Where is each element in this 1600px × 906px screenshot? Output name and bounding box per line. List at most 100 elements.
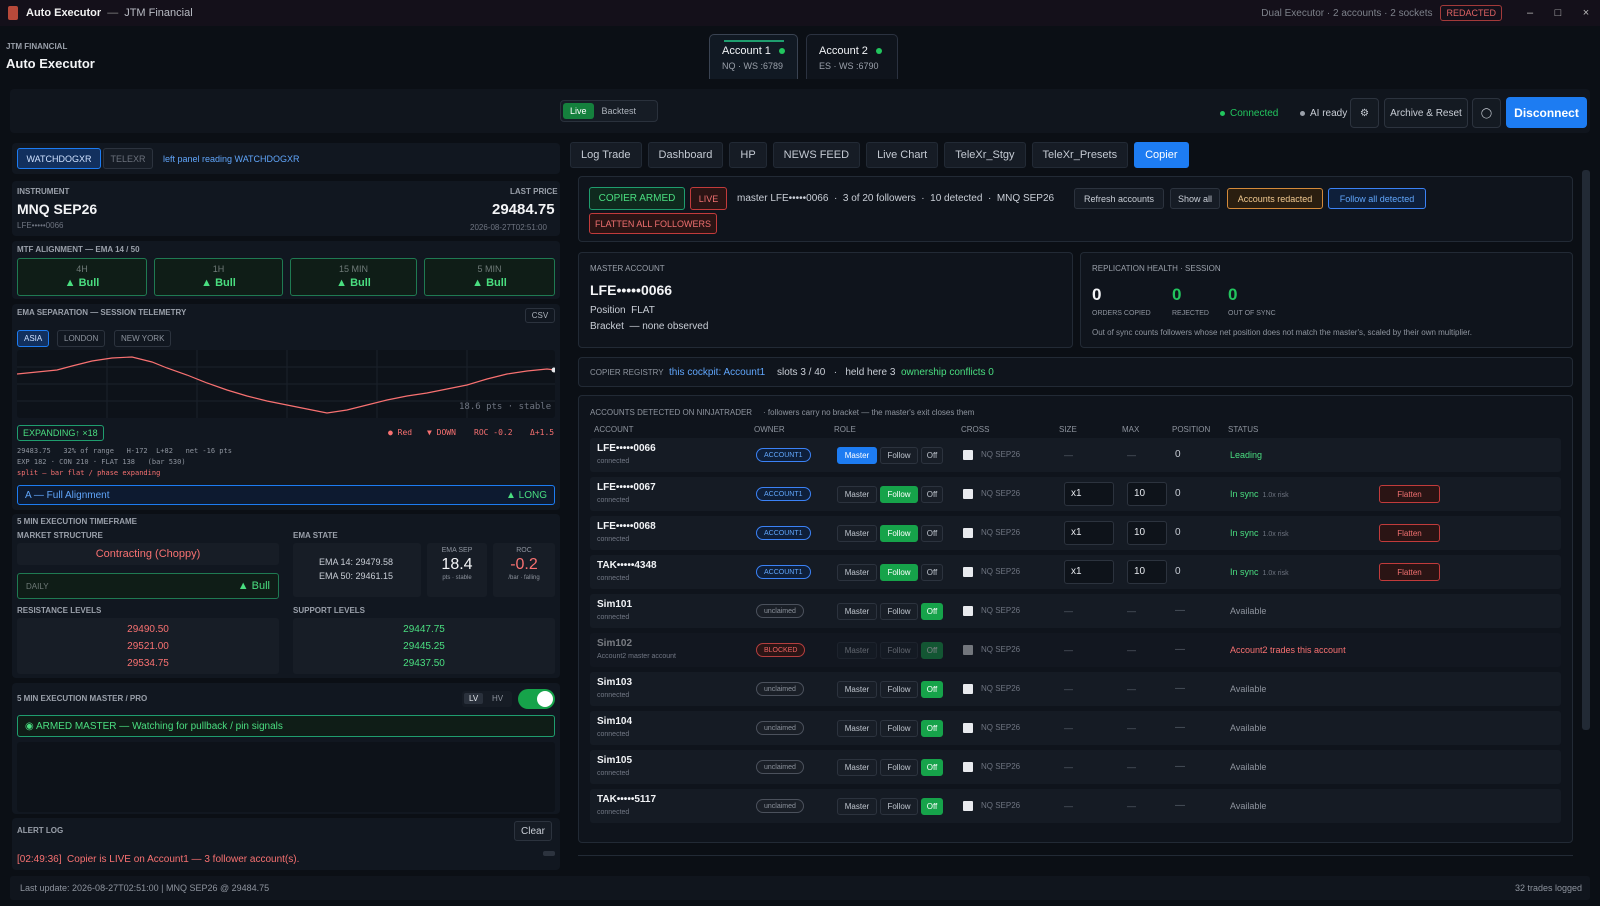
cross-checkbox[interactable] (963, 567, 973, 577)
flatten-all-followers-button[interactable]: FLATTEN ALL FOLLOWERS (589, 213, 717, 234)
backtest-mode-button[interactable]: Backtest (594, 103, 645, 119)
role-master-button[interactable]: Master (837, 642, 877, 659)
cross-checkbox[interactable] (963, 450, 973, 460)
follow-all-detected-button[interactable]: Follow all detected (1328, 188, 1426, 209)
role-master-button[interactable]: Master (837, 447, 877, 464)
ema-sep-sub: pts · stable (442, 575, 472, 581)
role-off-button[interactable]: Off (921, 681, 943, 698)
tab-news-feed[interactable]: NEWS FEED (772, 142, 861, 168)
max-input[interactable]: 10 (1127, 560, 1167, 584)
archive-reset-button[interactable]: Archive & Reset (1384, 98, 1468, 128)
cross-instrument: NQ SEP26 (981, 723, 1021, 732)
size-input[interactable]: x1 (1064, 521, 1114, 545)
role-off-button[interactable]: Off (921, 564, 943, 581)
account-tab-1[interactable]: Account 1 NQ · WS :6789 (709, 34, 798, 79)
close-icon[interactable]: × (1572, 7, 1600, 19)
role-follow-button[interactable]: Follow (880, 603, 918, 620)
session-asia[interactable]: ASIA (17, 330, 50, 347)
role-off-button[interactable]: Off (921, 525, 943, 542)
session-new-york[interactable]: NEW YORK (114, 330, 172, 347)
registry-conflicts: ownership conflicts 0 (901, 367, 994, 378)
show-all-button[interactable]: Show all (1170, 188, 1220, 209)
size-input[interactable]: x1 (1064, 560, 1114, 584)
role-follow-button[interactable]: Follow (880, 525, 918, 542)
role-off-button[interactable]: Off (921, 798, 943, 815)
cross-checkbox[interactable] (963, 801, 973, 811)
tab-telexr-stgy[interactable]: TeleXr_Stgy (944, 142, 1026, 168)
role-follow-button[interactable]: Follow (880, 681, 918, 698)
accounts-redacted-button[interactable]: Accounts redacted (1227, 188, 1323, 209)
right-scrollbar[interactable] (1582, 170, 1590, 730)
role-follow-button[interactable]: Follow (880, 759, 918, 776)
clear-log-button[interactable]: Clear (514, 821, 552, 841)
flatten-button[interactable]: Flatten (1379, 485, 1440, 503)
tab-copier[interactable]: Copier (1134, 142, 1189, 168)
size-input[interactable]: x1 (1064, 482, 1114, 506)
tab-live-chart[interactable]: Live Chart (866, 142, 939, 168)
owner-badge: unclaimed (756, 721, 804, 735)
csv-button[interactable]: CSV (525, 308, 555, 323)
refresh-accounts-button[interactable]: Refresh accounts (1074, 188, 1164, 209)
tab-telexr[interactable]: TELEXR (103, 148, 153, 169)
session-london[interactable]: LONDON (57, 330, 106, 347)
tab-dashboard[interactable]: Dashboard (647, 142, 724, 168)
account-name: Sim101 (597, 599, 633, 610)
role-master-button[interactable]: Master (837, 603, 877, 620)
role-off-button[interactable]: Off (921, 603, 943, 620)
live-badge: LIVE (690, 187, 727, 210)
lv-button[interactable]: LV (464, 693, 484, 704)
cross-instrument: NQ SEP26 (981, 684, 1021, 693)
flatten-button[interactable]: Flatten (1379, 524, 1440, 542)
cross-checkbox[interactable] (963, 762, 973, 772)
tab-telexr-presets[interactable]: TeleXr_Presets (1031, 142, 1129, 168)
app-icon (8, 6, 18, 20)
role-follow-button[interactable]: Follow (880, 564, 918, 581)
role-follow-button[interactable]: Follow (880, 447, 918, 464)
cross-checkbox[interactable] (963, 489, 973, 499)
cross-checkbox[interactable] (963, 723, 973, 733)
settings-gear-icon[interactable]: ⚙ (1350, 98, 1379, 128)
role-off-button[interactable]: Off (921, 642, 943, 659)
max-value: — (1127, 450, 1136, 460)
tab-hp[interactable]: HP (729, 142, 767, 168)
maximize-icon[interactable]: □ (1544, 7, 1572, 19)
status-dot-icon (875, 48, 882, 55)
role-master-button[interactable]: Master (837, 525, 877, 542)
cross-checkbox[interactable] (963, 528, 973, 538)
refresh-circle-icon[interactable]: ◯ (1472, 98, 1501, 128)
hv-button[interactable]: HV (492, 694, 503, 703)
tab-log-trade[interactable]: Log Trade (570, 142, 642, 168)
account-tab-2[interactable]: Account 2 ES · WS :6790 (806, 34, 898, 79)
minimize-icon[interactable]: – (1516, 7, 1544, 19)
role-follow-button[interactable]: Follow (880, 486, 918, 503)
owner-badge: unclaimed (756, 604, 804, 618)
tab-watchdogxr[interactable]: WATCHDOGXR (17, 148, 101, 169)
cross-checkbox[interactable] (963, 684, 973, 694)
role-off-button[interactable]: Off (921, 447, 943, 464)
role-off-button[interactable]: Off (921, 759, 943, 776)
role-off-button[interactable]: Off (921, 486, 943, 503)
master-toggle-switch[interactable] (518, 689, 555, 709)
health-note: Out of sync counts followers whose net p… (1092, 328, 1472, 337)
role-follow-button[interactable]: Follow (880, 642, 918, 659)
max-input[interactable]: 10 (1127, 521, 1167, 545)
disconnect-button[interactable]: Disconnect (1506, 97, 1587, 128)
role-follow-button[interactable]: Follow (880, 720, 918, 737)
role-master-button[interactable]: Master (837, 798, 877, 815)
status-value: Available (1230, 762, 1267, 772)
live-mode-button[interactable]: Live (563, 103, 594, 119)
role-master-button[interactable]: Master (837, 759, 877, 776)
max-input[interactable]: 10 (1127, 482, 1167, 506)
role-follow-button[interactable]: Follow (880, 798, 918, 815)
cross-checkbox[interactable] (963, 606, 973, 616)
ema-sep-box: EMA SEP 18.4 pts · stable (427, 543, 487, 597)
role-master-button[interactable]: Master (837, 486, 877, 503)
role-off-button[interactable]: Off (921, 720, 943, 737)
cross-checkbox[interactable] (963, 645, 973, 655)
copier-armed-badge[interactable]: COPIER ARMED (589, 187, 685, 210)
flatten-button[interactable]: Flatten (1379, 563, 1440, 581)
role-master-button[interactable]: Master (837, 720, 877, 737)
role-master-button[interactable]: Master (837, 564, 877, 581)
role-master-button[interactable]: Master (837, 681, 877, 698)
alert-scrollbar[interactable] (543, 851, 555, 856)
